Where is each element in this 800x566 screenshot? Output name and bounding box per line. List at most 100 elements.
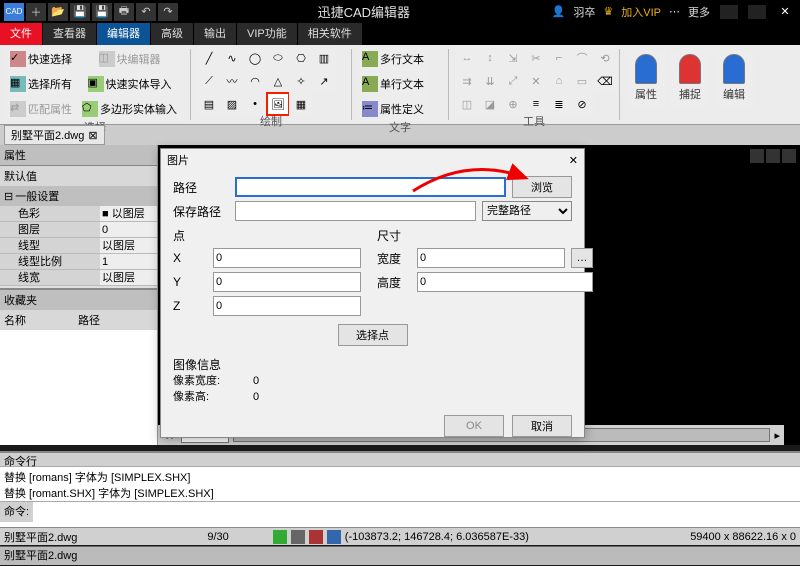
tab-close-icon[interactable]: ⊠ — [88, 129, 97, 142]
tool-btn[interactable]: ⇉ — [455, 69, 479, 93]
draw-tool[interactable]: ▤ — [197, 92, 221, 116]
property-row[interactable]: 色彩■ 以图层 — [0, 206, 157, 222]
draw-tool[interactable]: ∿ — [220, 46, 244, 70]
vip-button[interactable]: 加入VIP — [621, 4, 661, 20]
user-label[interactable]: 羽卒 — [573, 4, 595, 20]
singleline-text-button[interactable]: A单行文本 — [358, 72, 428, 96]
tool-btn[interactable]: ✕ — [524, 69, 548, 93]
browse-button[interactable]: 浏览 — [512, 176, 572, 198]
draw-tool[interactable]: ▦ — [289, 92, 313, 116]
saveall-icon[interactable]: 💾 — [92, 3, 112, 21]
point-x-input[interactable] — [213, 248, 361, 268]
draw-tool[interactable]: ▥ — [312, 46, 336, 70]
redo-icon[interactable]: ↷ — [158, 3, 178, 21]
property-row[interactable]: 图层0 — [0, 222, 157, 238]
multiline-text-button[interactable]: A多行文本 — [358, 47, 428, 71]
draw-tool[interactable]: ✧ — [289, 69, 313, 93]
property-row[interactable]: 线宽以图层 — [0, 270, 157, 286]
tool-btn[interactable]: ◫ — [455, 92, 479, 116]
command-input[interactable] — [33, 503, 800, 521]
properties-panel-button[interactable]: 属性 — [626, 50, 666, 106]
tab-advanced[interactable]: 高级 — [151, 23, 193, 45]
draw-tool[interactable]: 〰 — [220, 69, 244, 93]
tool-btn[interactable]: ⊕ — [501, 92, 525, 116]
select-all-button[interactable]: ▦选择所有 — [6, 72, 76, 96]
open-icon[interactable]: 📂 — [48, 3, 68, 21]
height-input[interactable] — [417, 272, 593, 292]
draw-tool[interactable]: ↗ — [312, 69, 336, 93]
draw-tool[interactable]: • — [243, 92, 267, 116]
tool-btn[interactable]: ◪ — [478, 92, 502, 116]
canvas-max-icon[interactable] — [766, 149, 780, 163]
draw-tool[interactable]: ⬭ — [266, 46, 290, 70]
undo-icon[interactable]: ↶ — [136, 3, 156, 21]
tool-btn[interactable]: ≡ — [524, 92, 548, 116]
draw-tool[interactable]: ╱ — [197, 46, 221, 70]
width-input[interactable] — [417, 248, 565, 268]
draw-tool[interactable]: ⟋ — [197, 69, 221, 93]
new-icon[interactable]: ＋ — [26, 3, 46, 21]
document-tab[interactable]: 别墅平面2.dwg ⊠ — [4, 125, 105, 145]
collapse-icon[interactable]: ⊟ — [4, 190, 13, 203]
path-mode-select[interactable]: 完整路径 — [482, 201, 572, 221]
status-icon[interactable] — [327, 530, 341, 544]
draw-tool[interactable]: ⎔ — [289, 46, 313, 70]
tool-btn[interactable]: ▭ — [570, 69, 594, 93]
canvas-close-icon[interactable] — [782, 149, 796, 163]
tab-editor[interactable]: 编辑器 — [97, 23, 150, 45]
status-icon[interactable] — [291, 530, 305, 544]
tab-output[interactable]: 输出 — [194, 23, 236, 45]
tool-btn[interactable]: ✂ — [524, 46, 548, 70]
quick-import-button[interactable]: ▣快速实体导入 — [78, 72, 181, 96]
save-path-input[interactable] — [235, 201, 476, 221]
attr-def-button[interactable]: ≔属性定义 — [358, 97, 428, 121]
tab-viewer[interactable]: 查看器 — [43, 23, 96, 45]
quick-select-button[interactable]: ✓快速选择 — [6, 47, 76, 71]
cancel-button[interactable]: 取消 — [512, 415, 572, 437]
tool-btn[interactable]: ⌫ — [593, 69, 617, 93]
draw-tool[interactable]: ◠ — [243, 69, 267, 93]
ok-button[interactable]: OK — [444, 415, 504, 437]
draw-tool[interactable]: △ — [266, 69, 290, 93]
status-icon[interactable] — [309, 530, 323, 544]
draw-tool[interactable]: ◯ — [243, 46, 267, 70]
user-icon[interactable]: 👤 — [552, 5, 566, 18]
path-input[interactable] — [235, 177, 506, 197]
scroll-right-icon[interactable]: ▸ — [774, 429, 780, 442]
save-icon[interactable]: 💾 — [70, 3, 90, 21]
poly-import-button[interactable]: ⬠多边形实体输入 — [78, 97, 181, 121]
size-more-button[interactable]: … — [571, 248, 593, 268]
pick-point-button[interactable]: 选择点 — [338, 324, 408, 346]
point-y-input[interactable] — [213, 272, 361, 292]
tool-btn[interactable]: ⌒ — [570, 46, 594, 70]
print-icon[interactable]: 🖶 — [114, 3, 134, 21]
tab-file[interactable]: 文件 — [0, 23, 42, 45]
tab-related[interactable]: 相关软件 — [298, 23, 362, 45]
more-button[interactable]: 更多 — [688, 4, 710, 20]
canvas-min-icon[interactable] — [750, 149, 764, 163]
property-row[interactable]: 线型以图层 — [0, 238, 157, 254]
tool-btn[interactable]: ↕ — [478, 46, 502, 70]
dialog-close-icon[interactable]: ✕ — [569, 154, 578, 167]
tool-btn[interactable]: ⟲ — [593, 46, 617, 70]
close-icon[interactable]: ✕ — [776, 5, 794, 19]
draw-tool[interactable]: ▨ — [220, 92, 244, 116]
tool-btn[interactable]: ⊘ — [570, 92, 594, 116]
snap-panel-button[interactable]: 捕捉 — [670, 50, 710, 106]
edit-panel-button[interactable]: 编辑 — [714, 50, 754, 106]
tool-btn[interactable]: ⤢ — [501, 69, 525, 93]
tool-btn[interactable]: ⇊ — [478, 69, 502, 93]
tool-btn[interactable]: ≣ — [547, 92, 571, 116]
status-icon[interactable] — [273, 530, 287, 544]
point-z-input[interactable] — [213, 296, 361, 316]
property-row[interactable]: 线型比例1 — [0, 254, 157, 270]
maximize-icon[interactable] — [748, 5, 766, 19]
tool-btn[interactable]: ↔ — [455, 46, 479, 70]
tab-vip[interactable]: VIP功能 — [237, 23, 297, 45]
tool-btn[interactable]: ⌂ — [547, 69, 571, 93]
properties-group[interactable]: ⊟一般设置 — [0, 186, 157, 206]
tool-btn[interactable]: ⌐ — [547, 46, 571, 70]
insert-image-button[interactable]: 🖼 — [266, 92, 290, 116]
minimize-icon[interactable] — [720, 5, 738, 19]
tool-btn[interactable]: ⇲ — [501, 46, 525, 70]
